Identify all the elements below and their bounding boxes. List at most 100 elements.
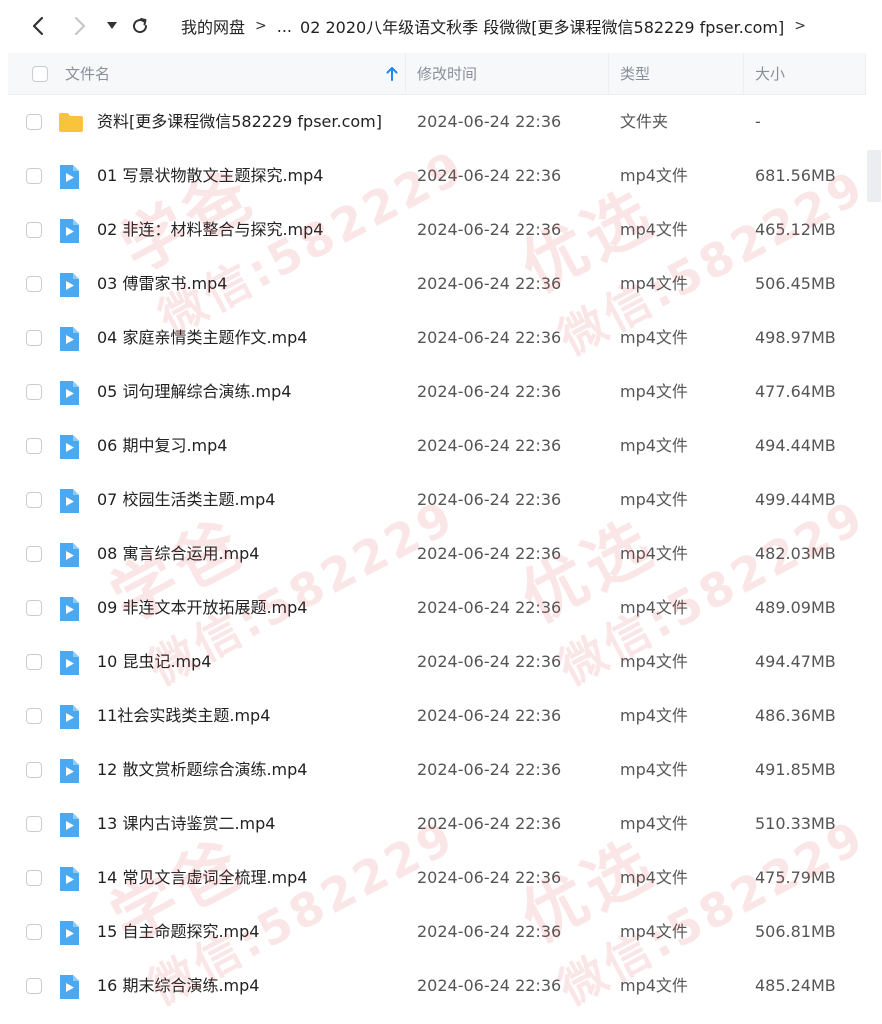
column-header-name[interactable]: 文件名 [65,53,110,94]
row-checkbox[interactable] [26,168,42,184]
file-row[interactable]: 12 散文赏析题综合演练.mp4 2024-06-24 22:36 mp4文件 491… [8,743,866,797]
row-checkbox[interactable] [26,654,42,670]
file-name[interactable]: 13 课内古诗鉴赏二.mp4 [97,797,275,851]
select-all-checkbox[interactable] [32,53,48,94]
file-row[interactable]: 09 非连文本开放拓展题.mp4 2024-06-24 22:36 mp4文件 489… [8,581,866,635]
breadcrumb: 我的网盘 > ... 02 2020八年级语文秋季 段微微[更多课程微信5822… [181,14,816,38]
file-name[interactable]: 06 期中复习.mp4 [97,419,227,473]
breadcrumb-current[interactable]: 02 2020八年级语文秋季 段微微[更多课程微信582229 fpser.co… [300,14,784,38]
file-type: mp4文件 [620,598,688,617]
file-row[interactable]: 15 自主命题探究.mp4 2024-06-24 22:36 mp4文件 506.81… [8,905,866,959]
row-checkbox[interactable] [26,762,42,778]
column-header-modified[interactable]: 修改时间 [417,53,477,94]
breadcrumb-root[interactable]: 我的网盘 [181,14,245,38]
video-file-icon [58,866,82,891]
column-divider[interactable] [608,53,609,94]
video-file-icon [58,812,82,837]
file-modified-time: 2024-06-24 22:36 [417,706,562,725]
file-row[interactable]: 07 校园生活类主题.mp4 2024-06-24 22:36 mp4文件 499.4… [8,473,866,527]
file-type: 文件夹 [620,112,669,131]
file-name[interactable]: 07 校园生活类主题.mp4 [97,473,275,527]
file-type: mp4文件 [620,328,688,347]
row-checkbox[interactable] [26,546,42,562]
file-row[interactable]: 08 寓言综合运用.mp4 2024-06-24 22:36 mp4文件 482.03… [8,527,866,581]
column-divider[interactable] [405,53,406,94]
file-name[interactable]: 10 昆虫记.mp4 [97,635,211,689]
file-type: mp4文件 [620,490,688,509]
row-checkbox[interactable] [26,816,42,832]
file-name[interactable]: 15 自主命题探究.mp4 [97,905,259,959]
row-checkbox[interactable] [26,384,42,400]
row-checkbox[interactable] [26,438,42,454]
file-row[interactable]: 14 常见文言虚词全梳理.mp4 2024-06-24 22:36 mp4文件 475… [8,851,866,905]
file-name[interactable]: 03 傅雷家书.mp4 [97,257,227,311]
row-checkbox[interactable] [26,114,42,130]
file-size: 506.81MB [755,922,836,941]
file-modified-time: 2024-06-24 22:36 [417,598,562,617]
file-type: mp4文件 [620,436,688,455]
breadcrumb-ellipsis[interactable]: ... [277,17,292,36]
refresh-icon [133,18,148,34]
file-size: 494.47MB [755,652,836,671]
file-row[interactable]: 03 傅雷家书.mp4 2024-06-24 22:36 mp4文件 506.45MB [8,257,866,311]
column-header-type[interactable]: 类型 [620,53,650,94]
file-row[interactable]: 02 非连：材料整合与探究.mp4 2024-06-24 22:36 mp4文件 46… [8,203,866,257]
file-modified-time: 2024-06-24 22:36 [417,922,562,941]
breadcrumb-separator-icon: > [255,18,267,34]
file-type: mp4文件 [620,760,688,779]
file-row[interactable]: 10 昆虫记.mp4 2024-06-24 22:36 mp4文件 494.47MB [8,635,866,689]
row-checkbox[interactable] [26,222,42,238]
file-row[interactable]: 05 词句理解综合演练.mp4 2024-06-24 22:36 mp4文件 477.… [8,365,866,419]
row-checkbox[interactable] [26,924,42,940]
file-row[interactable]: 资料[更多课程微信582229 fpser.com] 2024-06-24 22:… [8,95,866,149]
video-file-icon [58,380,82,405]
row-checkbox[interactable] [26,870,42,886]
refresh-button[interactable] [128,14,152,38]
file-row[interactable]: 06 期中复习.mp4 2024-06-24 22:36 mp4文件 494.44MB [8,419,866,473]
back-button[interactable] [26,14,50,38]
forward-button[interactable] [68,14,92,38]
file-size: - [755,112,761,131]
history-dropdown-button[interactable] [100,14,124,38]
file-name[interactable]: 01 写景状物散文主题探究.mp4 [97,149,323,203]
row-checkbox[interactable] [26,492,42,508]
file-modified-time: 2024-06-24 22:36 [417,760,562,779]
column-header-size[interactable]: 大小 [755,53,785,94]
video-file-icon [58,272,82,297]
file-modified-time: 2024-06-24 22:36 [417,868,562,887]
file-row[interactable]: 04 家庭亲情类主题作文.mp4 2024-06-24 22:36 mp4文件 498… [8,311,866,365]
chevron-right-icon [74,16,86,36]
video-file-icon [58,434,82,459]
row-checkbox[interactable] [26,330,42,346]
row-checkbox[interactable] [26,600,42,616]
column-divider[interactable] [743,53,744,94]
file-name[interactable]: 08 寓言综合运用.mp4 [97,527,259,581]
file-type: mp4文件 [620,922,688,941]
file-type: mp4文件 [620,652,688,671]
file-type: mp4文件 [620,382,688,401]
video-file-icon [58,704,82,729]
folder-icon [58,110,83,134]
file-row[interactable]: 13 课内古诗鉴赏二.mp4 2024-06-24 22:36 mp4文件 510.3… [8,797,866,851]
file-row[interactable]: 01 写景状物散文主题探究.mp4 2024-06-24 22:36 mp4文件 68… [8,149,866,203]
row-checkbox[interactable] [26,708,42,724]
sort-ascending-icon[interactable] [386,53,398,94]
video-file-icon [58,326,82,351]
file-modified-time: 2024-06-24 22:36 [417,652,562,671]
file-name[interactable]: 资料[更多课程微信582229 fpser.com] [97,95,382,149]
file-row[interactable]: 11社会实践类主题.mp4 2024-06-24 22:36 mp4文件 486.36… [8,689,866,743]
file-name[interactable]: 05 词句理解综合演练.mp4 [97,365,291,419]
file-row[interactable]: 16 期末综合演练.mp4 2024-06-24 22:36 mp4文件 485.24… [8,959,866,1013]
file-name[interactable]: 02 非连：材料整合与探究.mp4 [97,203,323,257]
scrollbar-thumb[interactable] [867,150,881,202]
row-checkbox[interactable] [26,978,42,994]
video-file-icon [58,488,82,513]
file-name[interactable]: 14 常见文言虚词全梳理.mp4 [97,851,307,905]
file-name[interactable]: 12 散文赏析题综合演练.mp4 [97,743,307,797]
file-name[interactable]: 04 家庭亲情类主题作文.mp4 [97,311,307,365]
file-name[interactable]: 09 非连文本开放拓展题.mp4 [97,581,307,635]
row-checkbox[interactable] [26,276,42,292]
file-name[interactable]: 11社会实践类主题.mp4 [97,689,270,743]
video-file-icon [58,974,82,999]
file-name[interactable]: 16 期末综合演练.mp4 [97,959,259,1013]
